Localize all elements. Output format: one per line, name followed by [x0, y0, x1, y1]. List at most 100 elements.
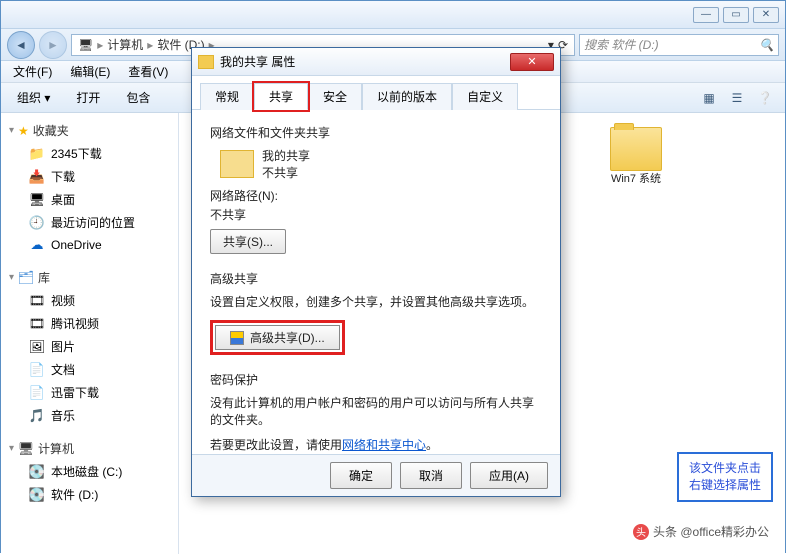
maximize-button[interactable]: ▭ — [723, 7, 749, 23]
document-icon: 📄 — [29, 362, 45, 378]
file-item[interactable]: Win7 系统 — [597, 123, 675, 190]
video-icon: 🎞 — [29, 316, 45, 332]
properties-dialog: 我的共享 属性 ✕ 常规 共享 安全 以前的版本 自定义 网络文件和文件夹共享 … — [191, 47, 561, 497]
tab-previous[interactable]: 以前的版本 — [362, 83, 452, 110]
sidebar-item-label: 软件 (D:) — [51, 486, 98, 503]
sidebar-item-c-drive[interactable]: 💽本地磁盘 (C:) — [1, 460, 178, 483]
favorites-header[interactable]: ▾ ★ 收藏夹 — [1, 119, 178, 142]
collapse-icon: ▾ — [9, 125, 14, 136]
section-title: 高级共享 — [210, 270, 542, 287]
sidebar-item-recent[interactable]: 🕘 最近访问的位置 — [1, 211, 178, 234]
sidebar-item-desktop[interactable]: 🖥桌面 — [1, 188, 178, 211]
dialog-title: 我的共享 属性 — [220, 53, 295, 70]
sidebar-item-label: 最近访问的位置 — [51, 214, 135, 231]
help-button[interactable]: ❔ — [753, 88, 777, 108]
window-titlebar: — ▭ ✕ — [1, 1, 785, 29]
menu-view[interactable]: 查看(V) — [120, 61, 176, 82]
shield-icon — [230, 331, 244, 345]
network-path-label: 网络路径(N): — [210, 187, 542, 204]
share-name: 我的共享 — [262, 147, 310, 164]
dialog-body: 网络文件和文件夹共享 我的共享 不共享 网络路径(N): 不共享 共享(S)..… — [192, 110, 560, 454]
computer-group: ▾ 🖥 计算机 💽本地磁盘 (C:) 💽 软件 (D:) — [1, 437, 178, 506]
library-group: ▾ 🗂 库 🎞视频 🎞腾讯视频 🖼图片 📄文档 📄迅雷下载 🎵音乐 — [1, 266, 178, 427]
view-icons-button[interactable]: ▦ — [697, 88, 721, 108]
menu-edit[interactable]: 编辑(E) — [62, 61, 118, 82]
watermark-icon: 头 — [633, 524, 649, 540]
music-icon: 🎵 — [29, 408, 45, 424]
search-icon: 🔍 — [759, 38, 774, 52]
recent-icon: 🕘 — [29, 215, 45, 231]
window-buttons: — ▭ ✕ — [693, 7, 779, 23]
advanced-share-highlight: 高级共享(D)... — [210, 320, 345, 355]
tab-general[interactable]: 常规 — [200, 83, 254, 110]
minimize-button[interactable]: — — [693, 7, 719, 23]
library-header[interactable]: ▾ 🗂 库 — [1, 266, 178, 289]
tab-share[interactable]: 共享 — [254, 83, 308, 110]
close-button[interactable]: ✕ — [753, 7, 779, 23]
sidebar-item-music[interactable]: 🎵 音乐 — [1, 404, 178, 427]
organize-button[interactable]: 组织 ▾ — [9, 86, 58, 109]
sidebar-item-xunlei[interactable]: 📄迅雷下载 — [1, 381, 178, 404]
library-label: 库 — [38, 269, 50, 286]
computer-icon: 🖥 — [18, 441, 34, 457]
password-desc1: 没有此计算机的用户帐户和密码的用户可以访问与所有人共享的文件夹。 — [210, 394, 542, 428]
sidebar-item-d-drive[interactable]: 💽 软件 (D:) — [1, 483, 178, 506]
share-button[interactable]: 共享(S)... — [210, 229, 286, 254]
computer-icon: 🖥 — [78, 38, 93, 52]
favorites-label: 收藏夹 — [33, 122, 69, 139]
sidebar-item-video[interactable]: 🎞视频 — [1, 289, 178, 312]
sidebar-item-pictures[interactable]: 🖼图片 — [1, 335, 178, 358]
sidebar-item-label: 迅雷下载 — [51, 384, 99, 401]
password-desc2: 若要更改此设置，请使用网络和共享中心。 — [210, 436, 542, 453]
advanced-share-button[interactable]: 高级共享(D)... — [215, 325, 340, 350]
open-button[interactable]: 打开 — [68, 86, 108, 109]
sidebar-item-label: 文档 — [51, 361, 75, 378]
search-input[interactable]: 搜索 软件 (D:) 🔍 — [579, 34, 779, 56]
folder-icon — [220, 150, 254, 178]
dialog-footer: 确定 取消 应用(A) — [192, 454, 560, 496]
password-desc2-post: 。 — [426, 438, 438, 452]
sidebar: ▾ ★ 收藏夹 📁2345下载 📥下载 🖥桌面 🕘 最近访问的位置 ☁ OneDri… — [1, 113, 179, 554]
drive-icon: 💽 — [29, 464, 45, 480]
sidebar-item-onedrive[interactable]: ☁ OneDrive — [1, 234, 178, 256]
chevron-right-icon: ▸ — [97, 38, 103, 52]
search-placeholder: 搜索 软件 (D:) — [584, 36, 659, 53]
password-desc2-pre: 若要更改此设置，请使用 — [210, 438, 342, 452]
sidebar-item-label: 视频 — [51, 292, 75, 309]
cloud-icon: ☁ — [29, 237, 45, 253]
annotation-note: 该文件夹点击 右键选择属性 — [677, 452, 773, 502]
view-buttons: ▦ ☰ ❔ — [697, 88, 777, 108]
crumb-computer[interactable]: 计算机 — [107, 36, 143, 53]
cancel-button[interactable]: 取消 — [400, 462, 462, 489]
collapse-icon: ▾ — [9, 272, 14, 283]
chevron-right-icon: ▸ — [147, 38, 153, 52]
computer-header[interactable]: ▾ 🖥 计算机 — [1, 437, 178, 460]
apply-button[interactable]: 应用(A) — [470, 462, 548, 489]
tab-security[interactable]: 安全 — [308, 83, 362, 110]
forward-button[interactable]: ► — [39, 31, 67, 59]
sidebar-item-2345[interactable]: 📁2345下载 — [1, 142, 178, 165]
network-center-link[interactable]: 网络和共享中心 — [342, 438, 426, 452]
star-icon: ★ — [18, 124, 29, 138]
folder-icon — [610, 127, 662, 171]
menu-file[interactable]: 文件(F) — [5, 61, 60, 82]
watermark-text: 头条 @office精彩办公 — [653, 523, 769, 540]
sidebar-item-label: 音乐 — [51, 407, 75, 424]
sidebar-item-downloads[interactable]: 📥下载 — [1, 165, 178, 188]
share-status: 不共享 — [262, 164, 310, 181]
include-button[interactable]: 包含 — [118, 86, 158, 109]
dialog-close-button[interactable]: ✕ — [510, 53, 554, 71]
sidebar-item-label: 下载 — [51, 168, 75, 185]
tab-custom[interactable]: 自定义 — [452, 83, 518, 110]
desktop-icon: 🖥 — [29, 192, 45, 208]
sidebar-item-label: OneDrive — [51, 238, 102, 252]
dialog-titlebar: 我的共享 属性 ✕ — [192, 48, 560, 76]
computer-label: 计算机 — [38, 440, 74, 457]
back-button[interactable]: ◄ — [7, 31, 35, 59]
sidebar-item-docs[interactable]: 📄 文档 — [1, 358, 178, 381]
ok-button[interactable]: 确定 — [330, 462, 392, 489]
view-details-button[interactable]: ☰ — [725, 88, 749, 108]
sidebar-item-tencent[interactable]: 🎞腾讯视频 — [1, 312, 178, 335]
folder-icon: 📁 — [29, 146, 45, 162]
drive-icon: 💽 — [29, 487, 45, 503]
